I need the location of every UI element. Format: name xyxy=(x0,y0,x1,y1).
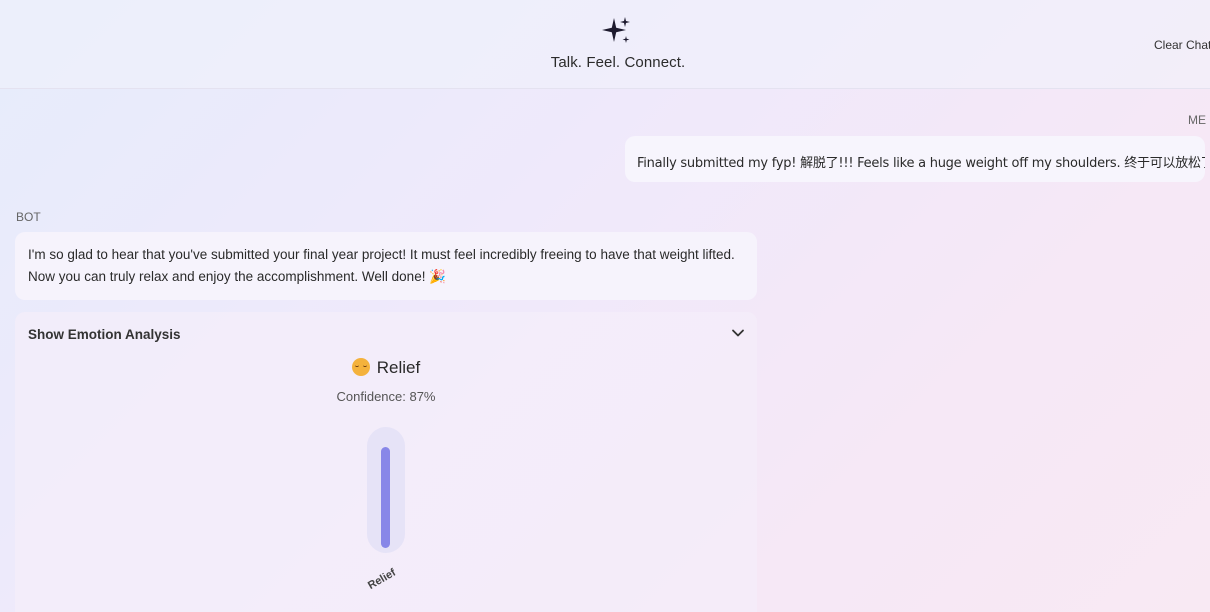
sparkles-icon xyxy=(602,17,630,43)
app-header: Talk. Feel. Connect. Clear Chat xyxy=(0,0,1210,89)
relieved-face-icon xyxy=(351,358,370,376)
user-message-bubble: Finally submitted my fyp! 解脱了!!! Feels l… xyxy=(625,136,1205,182)
emotion-name: Relief xyxy=(376,358,421,377)
clear-chat-button[interactable]: Clear Chat xyxy=(1154,38,1210,52)
emotion-analysis-panel: Show Emotion Analysis Relief Confidence:… xyxy=(15,312,757,612)
detected-emotion: Relief xyxy=(15,358,757,378)
bot-message-bubble: I'm so glad to hear that you've submitte… xyxy=(15,232,757,300)
emotion-analysis-toggle[interactable]: Show Emotion Analysis xyxy=(28,327,181,342)
confidence-text: Confidence: 87% xyxy=(336,389,436,404)
chevron-down-icon[interactable] xyxy=(731,326,745,340)
confidence-bar-label: Relief xyxy=(366,566,398,592)
app-tagline: Talk. Feel. Connect. xyxy=(550,54,686,71)
confidence-bar-track xyxy=(367,427,405,553)
sender-label-bot: BOT xyxy=(16,210,41,224)
sender-label-me: ME xyxy=(1188,113,1206,127)
confidence-bar-fill xyxy=(381,447,390,548)
